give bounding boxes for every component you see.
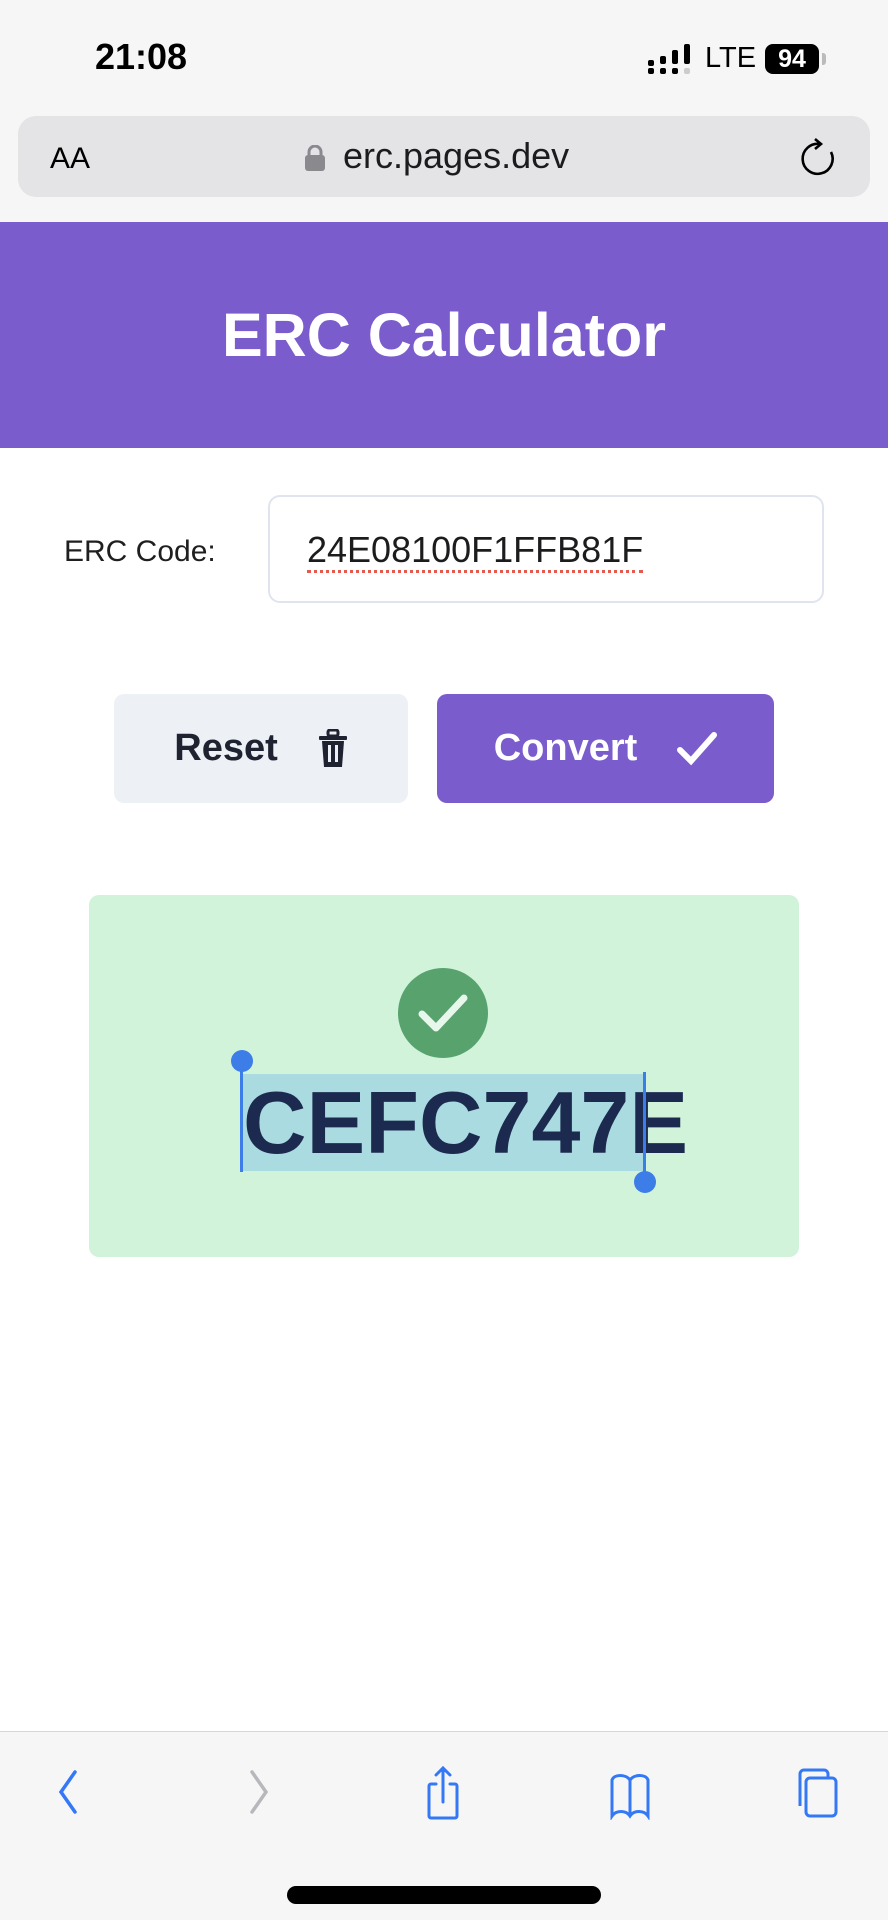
checkmark-icon bbox=[677, 731, 718, 765]
share-icon[interactable] bbox=[418, 1764, 468, 1820]
erc-code-label: ERC Code: bbox=[64, 535, 216, 568]
selection-start-handle[interactable] bbox=[240, 1068, 243, 1172]
back-icon[interactable] bbox=[45, 1764, 95, 1820]
battery-nub bbox=[822, 53, 826, 65]
clock: 21:08 bbox=[95, 36, 188, 77]
convert-button[interactable]: Convert bbox=[437, 694, 774, 803]
signal-icon bbox=[648, 44, 690, 74]
home-indicator[interactable] bbox=[287, 1886, 601, 1904]
app-header: ERC Calculator bbox=[0, 222, 888, 448]
reset-button[interactable]: Reset bbox=[114, 694, 408, 803]
trash-icon bbox=[318, 728, 347, 767]
convert-label: Convert bbox=[493, 727, 638, 769]
url-text[interactable]: erc.pages.dev bbox=[343, 135, 569, 177]
reset-label: Reset bbox=[174, 727, 278, 769]
text-size-button[interactable]: AA bbox=[50, 142, 90, 176]
network-type: LTE bbox=[705, 42, 757, 74]
page-title: ERC Calculator bbox=[221, 301, 667, 369]
battery-icon: 94 bbox=[765, 44, 819, 74]
result-code[interactable]: CEFC747E bbox=[243, 1074, 688, 1171]
selection-end-handle[interactable] bbox=[643, 1072, 646, 1176]
bookmarks-icon[interactable] bbox=[605, 1764, 655, 1820]
erc-code-value[interactable]: 24E08100F1FFB81F bbox=[307, 530, 644, 573]
success-check-icon bbox=[398, 968, 488, 1058]
selection-start-knob[interactable] bbox=[231, 1050, 253, 1072]
reload-icon[interactable] bbox=[798, 138, 838, 178]
lock-icon bbox=[305, 145, 325, 171]
forward-icon[interactable] bbox=[232, 1764, 282, 1820]
tabs-icon[interactable] bbox=[792, 1764, 842, 1820]
selection-end-knob[interactable] bbox=[634, 1171, 656, 1193]
